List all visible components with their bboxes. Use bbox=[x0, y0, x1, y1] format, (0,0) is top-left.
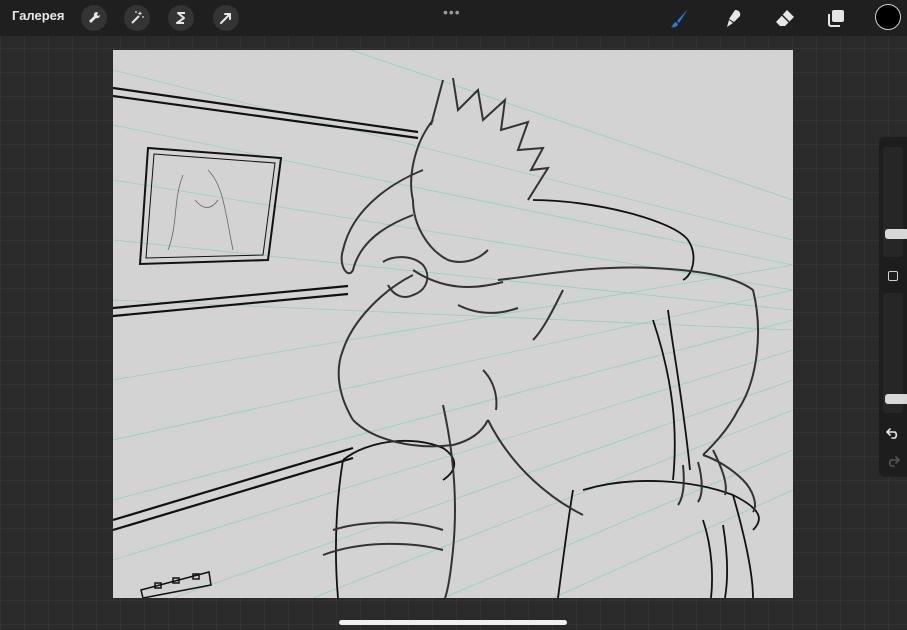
home-indicator[interactable] bbox=[339, 620, 567, 625]
smudge-icon bbox=[727, 10, 741, 27]
color-picker-button[interactable] bbox=[875, 4, 901, 30]
actions-button[interactable] bbox=[81, 5, 107, 31]
brush-tool-button[interactable] bbox=[667, 5, 693, 31]
perspective-guides bbox=[113, 50, 793, 598]
top-toolbar: Галерея ••• bbox=[0, 0, 907, 36]
transform-button[interactable] bbox=[213, 5, 239, 31]
undo-icon bbox=[886, 428, 898, 439]
smudge-tool-button[interactable] bbox=[720, 5, 746, 31]
opacity-slider[interactable] bbox=[883, 293, 907, 413]
drawing-canvas[interactable] bbox=[113, 50, 793, 598]
more-options-button[interactable]: ••• bbox=[443, 4, 461, 20]
opacity-thumb[interactable] bbox=[885, 394, 907, 404]
selection-s-icon bbox=[176, 12, 185, 24]
layers-icon bbox=[828, 10, 844, 27]
transform-arrow-icon bbox=[220, 13, 231, 24]
eraser-tool-button[interactable] bbox=[772, 5, 798, 31]
selection-button[interactable] bbox=[168, 5, 194, 31]
layers-button[interactable] bbox=[823, 5, 849, 31]
redo-icon bbox=[888, 456, 900, 467]
adjustments-button[interactable] bbox=[124, 5, 150, 31]
brush-size-thumb[interactable] bbox=[885, 229, 907, 239]
eraser-icon bbox=[776, 10, 794, 26]
undo-button[interactable] bbox=[885, 425, 901, 441]
brush-size-slider[interactable] bbox=[883, 147, 907, 257]
magic-wand-icon bbox=[131, 11, 144, 24]
brush-icon bbox=[671, 9, 688, 28]
modify-button[interactable] bbox=[888, 271, 898, 281]
wrench-icon bbox=[89, 11, 101, 23]
gallery-button[interactable]: Галерея bbox=[12, 8, 65, 23]
sketch-artwork bbox=[113, 50, 793, 598]
side-toolbar bbox=[879, 137, 907, 477]
redo-button[interactable] bbox=[885, 453, 901, 469]
